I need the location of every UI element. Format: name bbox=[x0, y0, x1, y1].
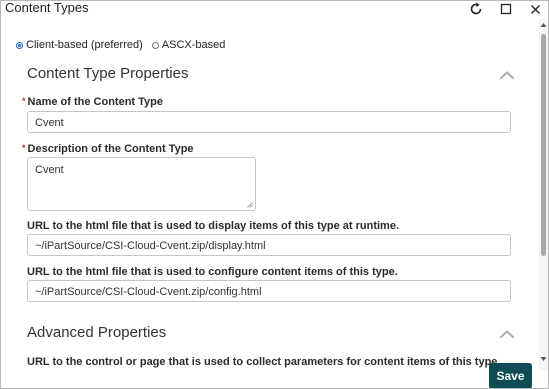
description-label-text: Description of the Content Type bbox=[27, 143, 194, 155]
radio-ascx-based[interactable]: ASCX-based bbox=[151, 39, 226, 51]
description-label: * Description of the Content Type bbox=[22, 143, 194, 155]
radio-selected-icon bbox=[16, 41, 23, 49]
section-title-advanced-properties: Advanced Properties bbox=[27, 324, 167, 341]
radio-unselected-icon bbox=[151, 41, 159, 49]
close-button[interactable] bbox=[524, 1, 546, 18]
maximize-button[interactable] bbox=[495, 1, 517, 18]
radio-client-based[interactable]: Client-based (preferred) bbox=[16, 39, 143, 51]
required-marker: * bbox=[22, 96, 26, 106]
save-button[interactable]: Save bbox=[489, 363, 532, 388]
display-url-input[interactable]: ~/iPartSource/CSI-Cloud-Cvent.zip/displa… bbox=[27, 234, 511, 256]
content-types-window: Content Types Client-based (preferred) A… bbox=[0, 0, 549, 389]
scroll-down-arrow-icon[interactable] bbox=[540, 356, 547, 362]
resize-handle-icon[interactable] bbox=[247, 202, 253, 208]
description-value: Cvent bbox=[35, 164, 64, 176]
title-bar: Content Types bbox=[1, 1, 548, 19]
window-title: Content Types bbox=[5, 0, 89, 15]
radio-client-based-label: Client-based (preferred) bbox=[26, 39, 143, 51]
close-icon bbox=[530, 4, 540, 14]
description-textarea[interactable]: Cvent bbox=[27, 157, 256, 211]
maximize-icon bbox=[500, 3, 512, 15]
name-input[interactable]: Cvent bbox=[27, 111, 511, 133]
config-url-label: URL to the html file that is used to con… bbox=[27, 266, 398, 278]
control-url-label: URL to the control or page that is used … bbox=[27, 356, 501, 368]
name-label: * Name of the Content Type bbox=[22, 96, 163, 108]
scroll-up-arrow-icon[interactable] bbox=[540, 22, 547, 28]
config-url-input[interactable]: ~/iPartSource/CSI-Cloud-Cvent.zip/config… bbox=[27, 280, 511, 302]
refresh-button[interactable] bbox=[465, 1, 487, 18]
display-url-label: URL to the html file that is used to dis… bbox=[27, 220, 400, 232]
vertical-scrollbar[interactable] bbox=[539, 19, 548, 370]
content-type-mode: Client-based (preferred) ASCX-based bbox=[16, 39, 234, 51]
collapse-chevron-up-icon[interactable] bbox=[499, 70, 515, 80]
radio-ascx-based-label: ASCX-based bbox=[161, 39, 226, 51]
section-title-content-type-properties: Content Type Properties bbox=[27, 65, 189, 82]
name-label-text: Name of the Content Type bbox=[27, 96, 163, 108]
collapse-chevron-up-icon[interactable] bbox=[499, 329, 515, 339]
refresh-icon bbox=[470, 2, 482, 15]
dialog-content: Client-based (preferred) ASCX-based Cont… bbox=[1, 19, 539, 388]
scrollbar-thumb[interactable] bbox=[541, 34, 546, 256]
required-marker: * bbox=[22, 143, 26, 153]
